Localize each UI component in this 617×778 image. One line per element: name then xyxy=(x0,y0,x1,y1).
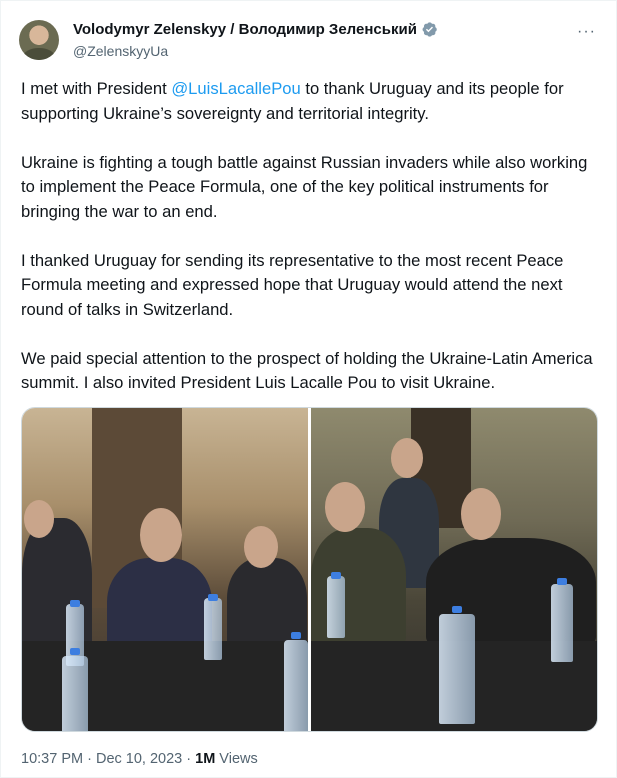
photo-bottle-cap xyxy=(331,572,341,579)
photo-bottle-cap xyxy=(557,578,567,585)
post-paragraph-1: I met with President @LuisLacallePou to … xyxy=(21,77,601,126)
photo-bottle-cap xyxy=(452,606,462,613)
photo-person-head xyxy=(140,508,182,562)
photo-water-bottle xyxy=(284,640,308,731)
post-time[interactable]: 10:37 PM xyxy=(21,751,83,767)
photo-person-head xyxy=(325,482,365,532)
photo-person xyxy=(311,528,406,648)
post-text: I met with President @LuisLacallePou to … xyxy=(21,77,601,420)
photo-person-head xyxy=(461,488,501,540)
meta-separator: · xyxy=(83,751,96,767)
post-meta: 10:37 PM · Dec 10, 2023 · 1M Views xyxy=(21,751,258,767)
meta-separator: · xyxy=(182,751,196,767)
meeting-photo-right[interactable] xyxy=(311,408,597,731)
post-card: Volodymyr Zelenskyy / Володимир Зеленськ… xyxy=(0,0,617,778)
author-display-name[interactable]: Volodymyr Zelenskyy / Володимир Зеленськ… xyxy=(73,21,417,38)
photo-bottle-cap xyxy=(291,632,301,639)
photo-person-head xyxy=(24,500,54,538)
views-count: 1M xyxy=(195,751,216,767)
avatar-shirt-shape xyxy=(23,48,55,60)
photo-person-head xyxy=(244,526,278,568)
author-handle[interactable]: @ZelenskyyUa xyxy=(73,43,168,59)
views-label: Views xyxy=(215,751,258,767)
post-media-grid xyxy=(21,407,598,732)
post-paragraph-4: We paid special attention to the prospec… xyxy=(21,348,593,393)
photo-water-bottle xyxy=(439,614,475,724)
photo-bottle-cap xyxy=(70,600,80,607)
photo-water-bottle xyxy=(204,598,222,660)
photo-bottle-cap xyxy=(70,648,80,655)
post-date[interactable]: Dec 10, 2023 xyxy=(96,751,182,767)
more-options-button[interactable]: ··· xyxy=(577,23,596,41)
photo-water-bottle xyxy=(62,656,88,731)
mention-link[interactable]: @LuisLacallePou xyxy=(171,79,300,98)
photo-water-bottle xyxy=(327,576,345,638)
post-paragraph-2: Ukraine is fighting a tough battle again… xyxy=(21,152,588,221)
photo-bottle-cap xyxy=(208,594,218,601)
author-avatar[interactable] xyxy=(19,20,59,60)
verified-badge-icon xyxy=(422,22,437,37)
photo-water-bottle xyxy=(551,584,573,662)
post-paragraph-3: I thanked Uruguay for sending its repres… xyxy=(21,250,564,319)
meeting-photo-left[interactable] xyxy=(22,408,308,731)
author-name-row: Volodymyr Zelenskyy / Володимир Зеленськ… xyxy=(73,21,438,38)
post-text-segment: I met with President xyxy=(21,79,172,98)
photo-person-head xyxy=(391,438,423,478)
